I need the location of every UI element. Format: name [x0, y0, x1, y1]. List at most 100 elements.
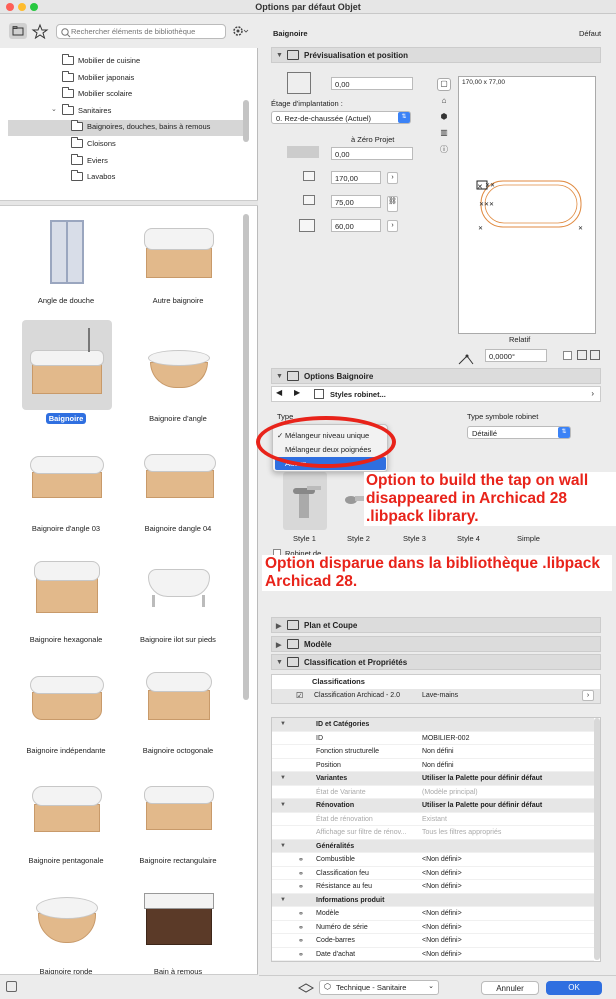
item-label: Baignoire d'angle	[149, 414, 207, 423]
tap-style-1-thumbnail[interactable]	[283, 472, 327, 530]
page-select[interactable]: Styles robinet...	[330, 390, 386, 399]
grid-scrollbar[interactable]	[243, 214, 249, 700]
page-icon	[314, 389, 324, 399]
story-select[interactable]: 0. Rez-de-chaussée (Actuel) ⇅	[271, 111, 411, 124]
property-value: Existant	[422, 815, 447, 823]
default-label: Défaut	[579, 29, 602, 38]
chevron-right-button[interactable]: ›	[387, 172, 398, 184]
library-settings-button[interactable]	[230, 23, 250, 39]
panel-toggle-icon[interactable]	[6, 981, 17, 992]
library-item-selected[interactable]: Baignoire	[10, 318, 122, 430]
chevron-right-icon[interactable]: ›	[591, 389, 594, 398]
library-item[interactable]: Baignoire d'angle 03	[10, 428, 122, 540]
disclosure-down-icon[interactable]: ▼	[280, 775, 286, 781]
property-row[interactable]: ⚭ Code-barres <Non défini>	[272, 934, 594, 948]
property-row[interactable]: ⚭ Résistance au feu <Non défini>	[272, 880, 594, 894]
disclosure-down-icon[interactable]: ▼	[280, 897, 286, 903]
library-item[interactable]: Baignoire rectangulaire	[122, 760, 234, 872]
favorites-button[interactable]	[31, 23, 49, 40]
property-row[interactable]: ⚭ Classification feu <Non défini>	[272, 867, 594, 881]
property-group-row[interactable]: ▼ Informations produit	[272, 893, 594, 908]
library-item[interactable]: Autre baignoire	[122, 206, 234, 318]
chevron-down-icon[interactable]: ⌄	[51, 105, 57, 113]
library-item[interactable]: Baignoire pentagonale	[10, 760, 122, 872]
dimension-y-field[interactable]: 75,00	[331, 195, 381, 208]
faucet-icon	[293, 486, 321, 518]
property-row[interactable]: ⚭ Modèle <Non défini>	[272, 907, 594, 921]
disclosure-down-icon[interactable]: ▼	[280, 843, 286, 849]
disclosure-down-icon[interactable]: ▼	[280, 721, 286, 727]
chevron-right-button[interactable]: ›	[582, 690, 594, 701]
property-row[interactable]: ID MOBILIER-002	[272, 732, 594, 746]
library-item[interactable]: Baignoire hexagonale	[10, 539, 122, 651]
library-search-field[interactable]	[56, 24, 226, 39]
tap-symbol-value: Détaillé	[472, 429, 498, 438]
section-view-icon[interactable]: ▥	[437, 128, 451, 141]
section-modele[interactable]: ▶ Modèle	[271, 636, 601, 652]
property-row[interactable]: ⚭ Numéro de série <Non défini>	[272, 921, 594, 935]
search-input[interactable]	[71, 26, 221, 37]
dimension-x-field[interactable]: 170,00	[331, 171, 381, 184]
library-item[interactable]: Baignoire ronde	[10, 871, 122, 983]
section-options-baignoire[interactable]: ▼ Options Baignoire	[271, 368, 601, 384]
property-row[interactable]: Fonction structurelle Non défini	[272, 745, 594, 759]
classification-row[interactable]: ☑ Classification Archicad - 2.0 Lave-mai…	[272, 689, 600, 703]
property-row[interactable]: ⚭ Combustible <Non défini>	[272, 853, 594, 867]
lock-proportions-icon[interactable]: ⛓	[387, 196, 398, 212]
library-item[interactable]: Baignoire ilot sur pieds	[122, 539, 234, 651]
library-item[interactable]: Baignoire dangle 04	[122, 428, 234, 540]
elevation-field[interactable]: 0,00	[331, 77, 413, 90]
tap-style-label[interactable]: Style 4	[457, 534, 480, 543]
ok-button[interactable]: OK	[546, 981, 602, 995]
property-group-row[interactable]: ▼ ID et Catégories	[272, 718, 594, 732]
zero-elevation-field[interactable]: 0,00	[331, 147, 413, 160]
library-item[interactable]: Angle de douche	[10, 206, 122, 318]
property-value: <Non défini>	[422, 923, 462, 931]
tree-item-baignoires[interactable]: Baignoires, douches, bains à remous	[8, 120, 246, 136]
cancel-button[interactable]: Annuler	[481, 981, 539, 995]
mirror-checkbox[interactable]	[563, 351, 572, 360]
folder-icon	[62, 87, 74, 98]
3d-view-icon[interactable]: ⬢	[437, 112, 451, 125]
next-page-button[interactable]: ▶	[294, 388, 308, 400]
width-icon	[303, 171, 315, 181]
library-item[interactable]: Bain à remous	[122, 871, 234, 983]
property-row[interactable]: État de Variante (Modèle principal)	[272, 786, 594, 800]
property-row[interactable]: État de rénovation Existant	[272, 813, 594, 827]
layer-icon: ⬡	[324, 982, 331, 991]
plan-view-icon[interactable]: ▢	[437, 78, 451, 91]
chevron-right-button[interactable]: ›	[387, 220, 398, 232]
tree-scrollbar[interactable]	[243, 100, 249, 142]
tap-style-label[interactable]: Simple	[517, 534, 540, 543]
property-row[interactable]: ⚭ Date d'achat <Non défini>	[272, 948, 594, 961]
tap-style-label[interactable]: Style 2	[347, 534, 370, 543]
item-label-text: Baignoire	[45, 413, 87, 424]
section-plan-coupe[interactable]: ▶ Plan et Coupe	[271, 617, 601, 633]
property-group-row[interactable]: ▼ Variantes Utiliser la Palette pour défin…	[272, 772, 594, 786]
section-preview-position[interactable]: ▼ Prévisualisation et position	[271, 47, 601, 63]
property-group-row[interactable]: ▼ Rénovation Utiliser la Palette pour défi…	[272, 799, 594, 813]
property-row[interactable]: Position Non défini	[272, 759, 594, 773]
tap-symbol-select[interactable]: Détaillé ⇅	[467, 426, 571, 439]
layer-select[interactable]: ⬡ Technique - Sanitaire ⌄	[319, 980, 439, 995]
side-view-icon[interactable]: ⌂	[437, 96, 451, 109]
library-item[interactable]: Baignoire octogonale	[122, 650, 234, 762]
property-group-row[interactable]: ▼ Généralités	[272, 839, 594, 854]
link-icon: ⚭	[298, 951, 304, 959]
relative-button[interactable]: Relatif	[509, 335, 530, 344]
checkbox-checked-icon[interactable]: ☑	[296, 691, 303, 700]
properties-scrollbar[interactable]	[594, 718, 600, 960]
info-icon[interactable]: ⓘ	[437, 144, 451, 157]
folder-view-button[interactable]	[9, 23, 27, 39]
zero-level-icon	[287, 146, 319, 158]
library-item[interactable]: Baignoire indépendante	[10, 650, 122, 762]
rotation-angle-field[interactable]: 0,0000°	[485, 349, 547, 362]
property-row[interactable]: Affichage sur filtre de rénov... Tous les…	[272, 826, 594, 840]
box-3d-icon	[287, 72, 311, 94]
section-classification[interactable]: ▼ Classification et Propriétés	[271, 654, 601, 670]
library-item[interactable]: Baignoire d'angle	[122, 318, 234, 430]
tap-style-label[interactable]: Style 3	[403, 534, 426, 543]
disclosure-down-icon[interactable]: ▼	[280, 802, 286, 808]
previous-page-button[interactable]: ◀	[276, 388, 290, 400]
dimension-z-field[interactable]: 60,00	[331, 219, 381, 232]
